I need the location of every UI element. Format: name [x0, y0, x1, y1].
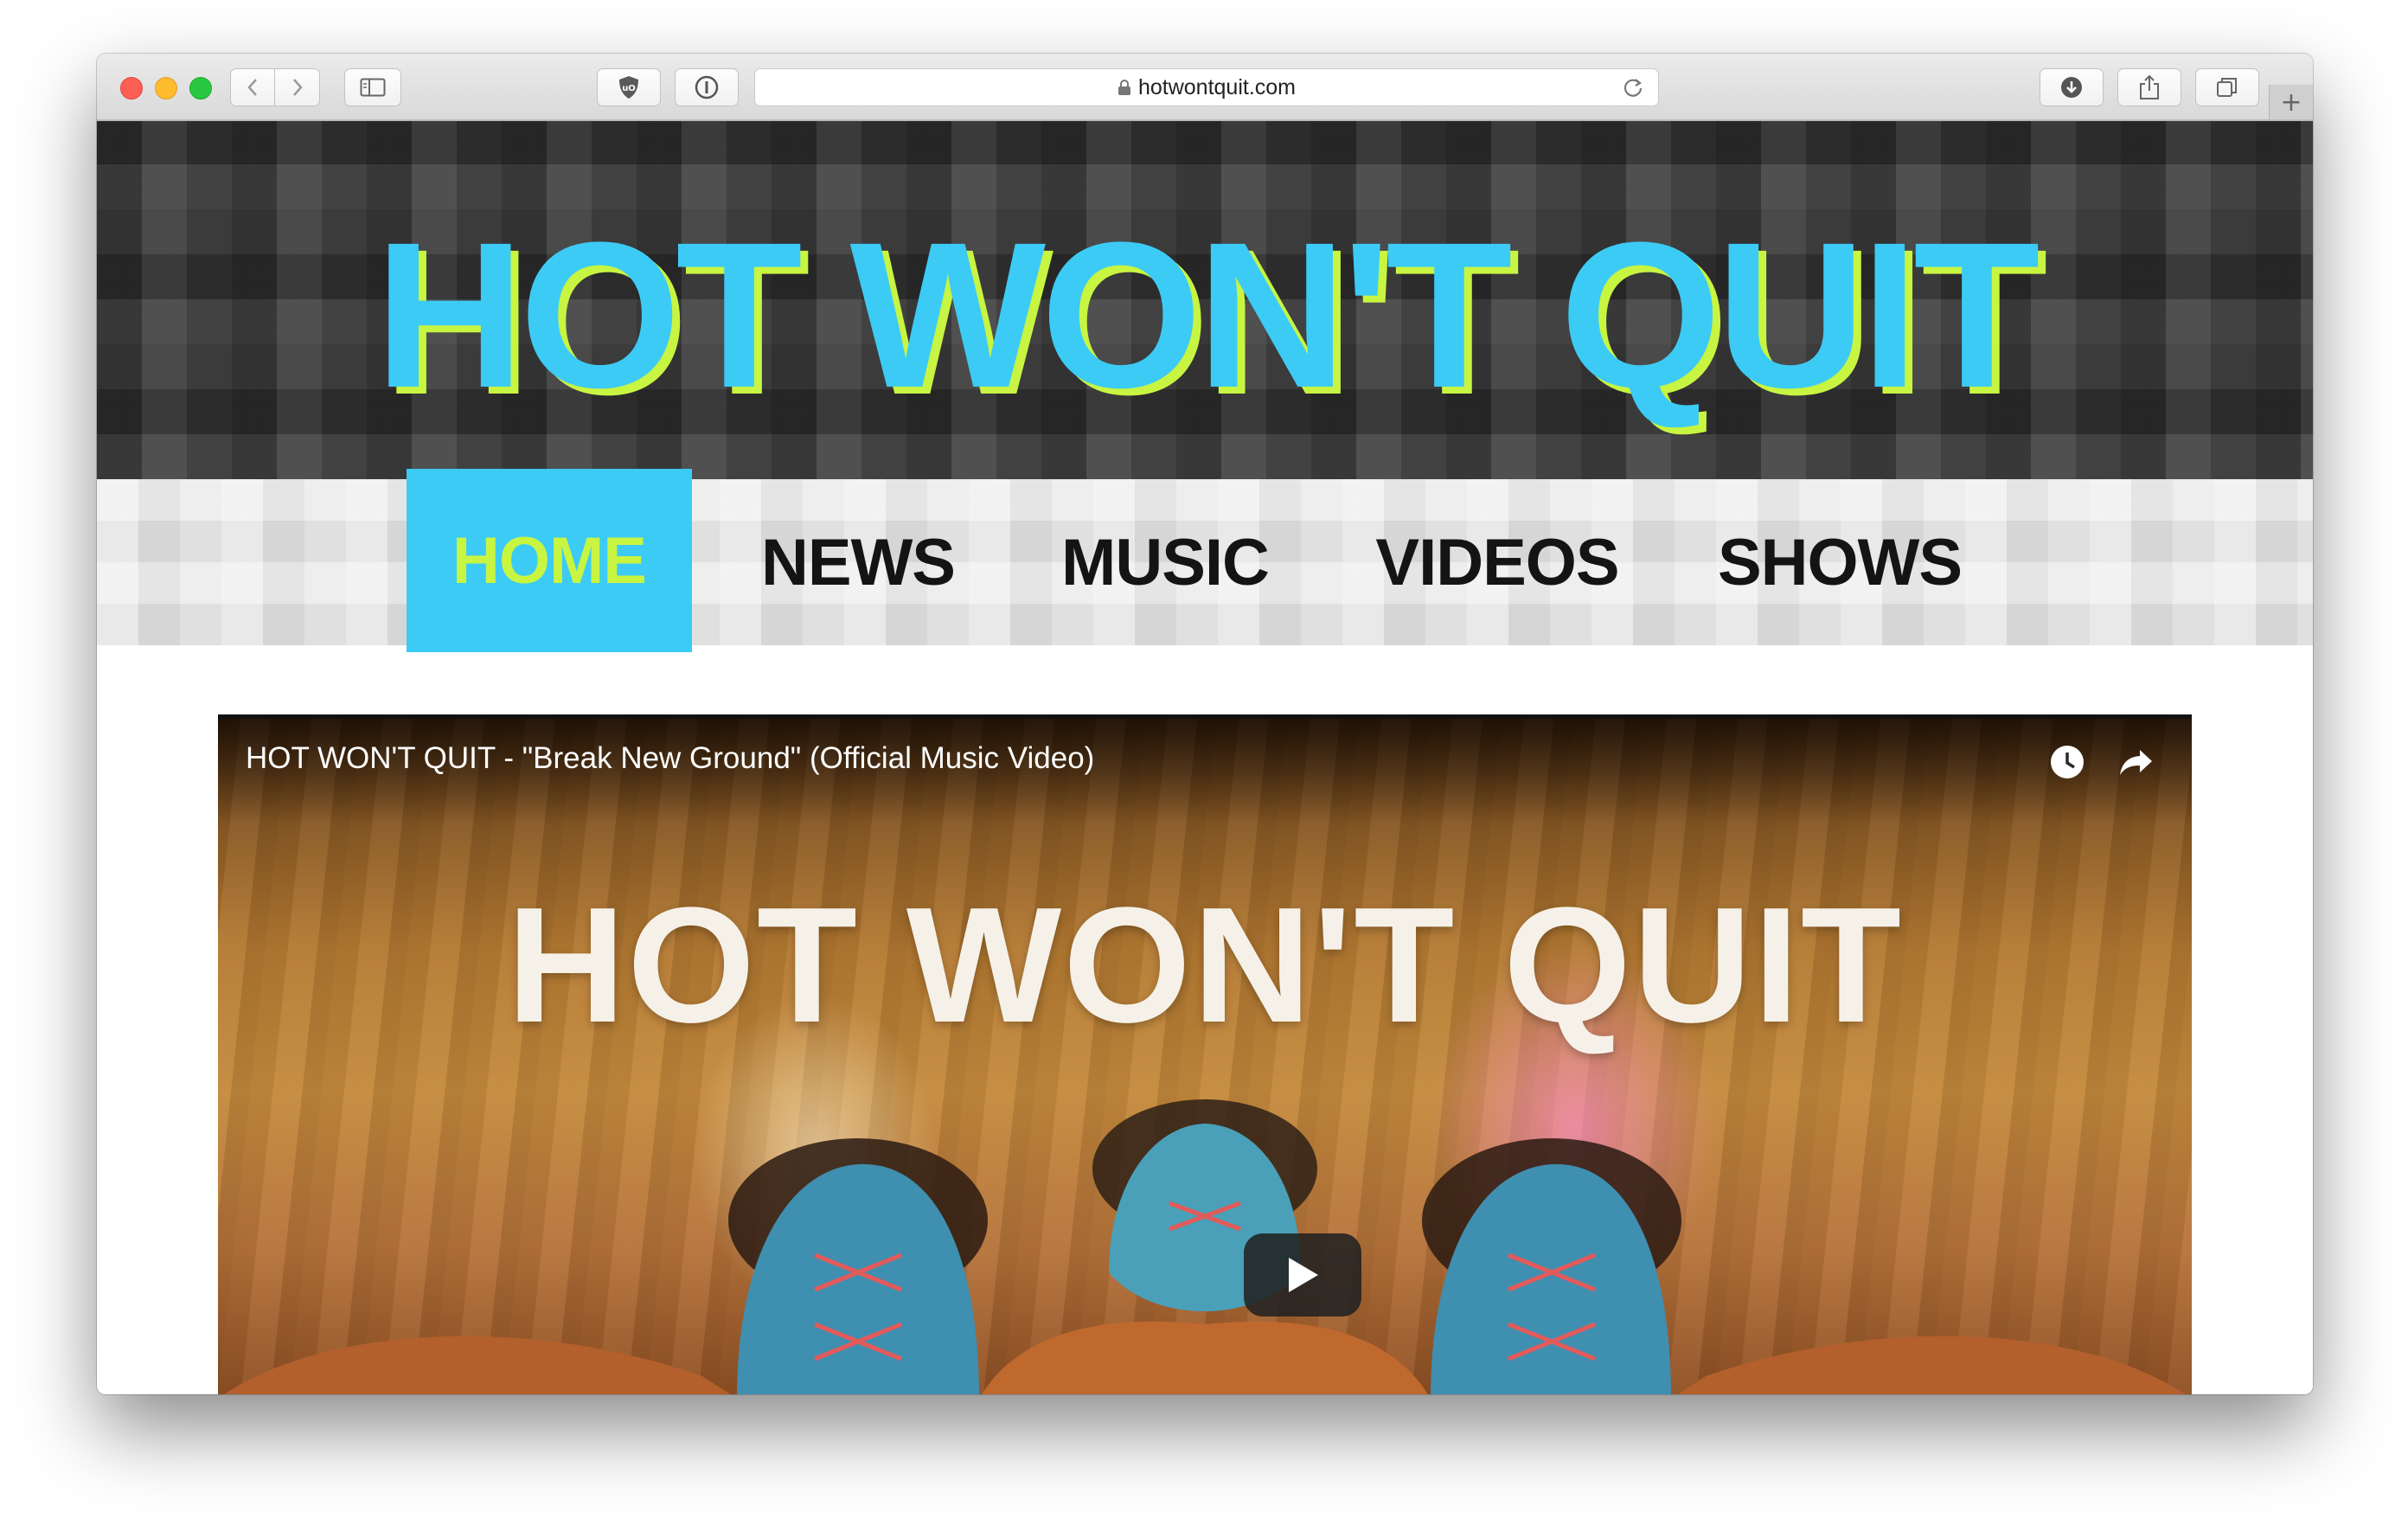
chevron-right-icon	[292, 79, 303, 96]
play-button[interactable]	[1244, 1233, 1361, 1316]
downloads-button[interactable]	[2040, 68, 2104, 106]
sidebar-button[interactable]	[344, 68, 401, 106]
video-overlay-text: HOT WON'T QUIT	[506, 874, 1904, 1057]
nav-item-home[interactable]: HOME	[407, 469, 692, 652]
video-player[interactable]: HOT WON'T QUIT HOT WON'T QUIT - "Break N…	[218, 714, 2192, 1394]
address-bar[interactable]: hotwontquit.com	[754, 68, 1659, 106]
new-tab-button[interactable]: +	[2269, 85, 2313, 119]
share-arrow-icon	[2120, 750, 2152, 775]
browser-toolbar: uO hotwontquit.com +	[97, 54, 2313, 121]
share-icon	[2140, 74, 2159, 99]
lock-icon	[1118, 79, 1131, 96]
plus-icon: +	[2280, 86, 2302, 118]
svg-text:uO: uO	[622, 84, 636, 93]
back-button[interactable]	[230, 68, 275, 106]
web-page: HOT WON'T QUIT HOME NEWS MUSIC VIDEOS SH…	[97, 121, 2313, 1394]
share-button[interactable]	[2117, 68, 2181, 106]
download-icon	[2061, 77, 2082, 98]
main-nav: HOME NEWS MUSIC VIDEOS SHOWS	[97, 469, 2313, 652]
browser-window: uO hotwontquit.com + HOT WON'T QUIT HOME…	[97, 54, 2313, 1394]
zoom-window-button[interactable]	[189, 77, 212, 99]
ublock-shield-icon: uO	[619, 76, 638, 99]
minimize-window-button[interactable]	[155, 77, 177, 99]
ublock-button[interactable]: uO	[597, 68, 661, 106]
forward-button[interactable]	[275, 68, 320, 106]
sidebar-icon	[360, 78, 386, 97]
password-button[interactable]	[675, 68, 739, 106]
nav-item-shows[interactable]: SHOWS	[1697, 479, 1982, 645]
clock-icon	[2051, 746, 2084, 778]
site-title[interactable]: HOT WON'T QUIT	[97, 211, 2313, 419]
video-share-button[interactable]	[2117, 743, 2155, 785]
nav-item-music[interactable]: MUSIC	[1040, 479, 1290, 645]
site-header: HOT WON'T QUIT	[97, 121, 2313, 479]
history-nav	[230, 68, 320, 106]
play-icon	[1289, 1258, 1318, 1292]
tabs-overview-button[interactable]	[2195, 68, 2259, 106]
password-icon	[695, 75, 719, 99]
nav-item-news[interactable]: NEWS	[737, 479, 979, 645]
nav-item-videos[interactable]: VIDEOS	[1354, 479, 1640, 645]
url-text: hotwontquit.com	[1137, 74, 1297, 99]
chevron-left-icon	[247, 79, 257, 96]
reload-icon[interactable]	[1622, 76, 1644, 105]
video-title[interactable]: HOT WON'T QUIT - "Break New Ground" (Off…	[246, 741, 1094, 776]
close-window-button[interactable]	[120, 77, 143, 99]
watch-later-button[interactable]	[2048, 743, 2086, 785]
tabs-overview-icon	[2217, 78, 2237, 97]
